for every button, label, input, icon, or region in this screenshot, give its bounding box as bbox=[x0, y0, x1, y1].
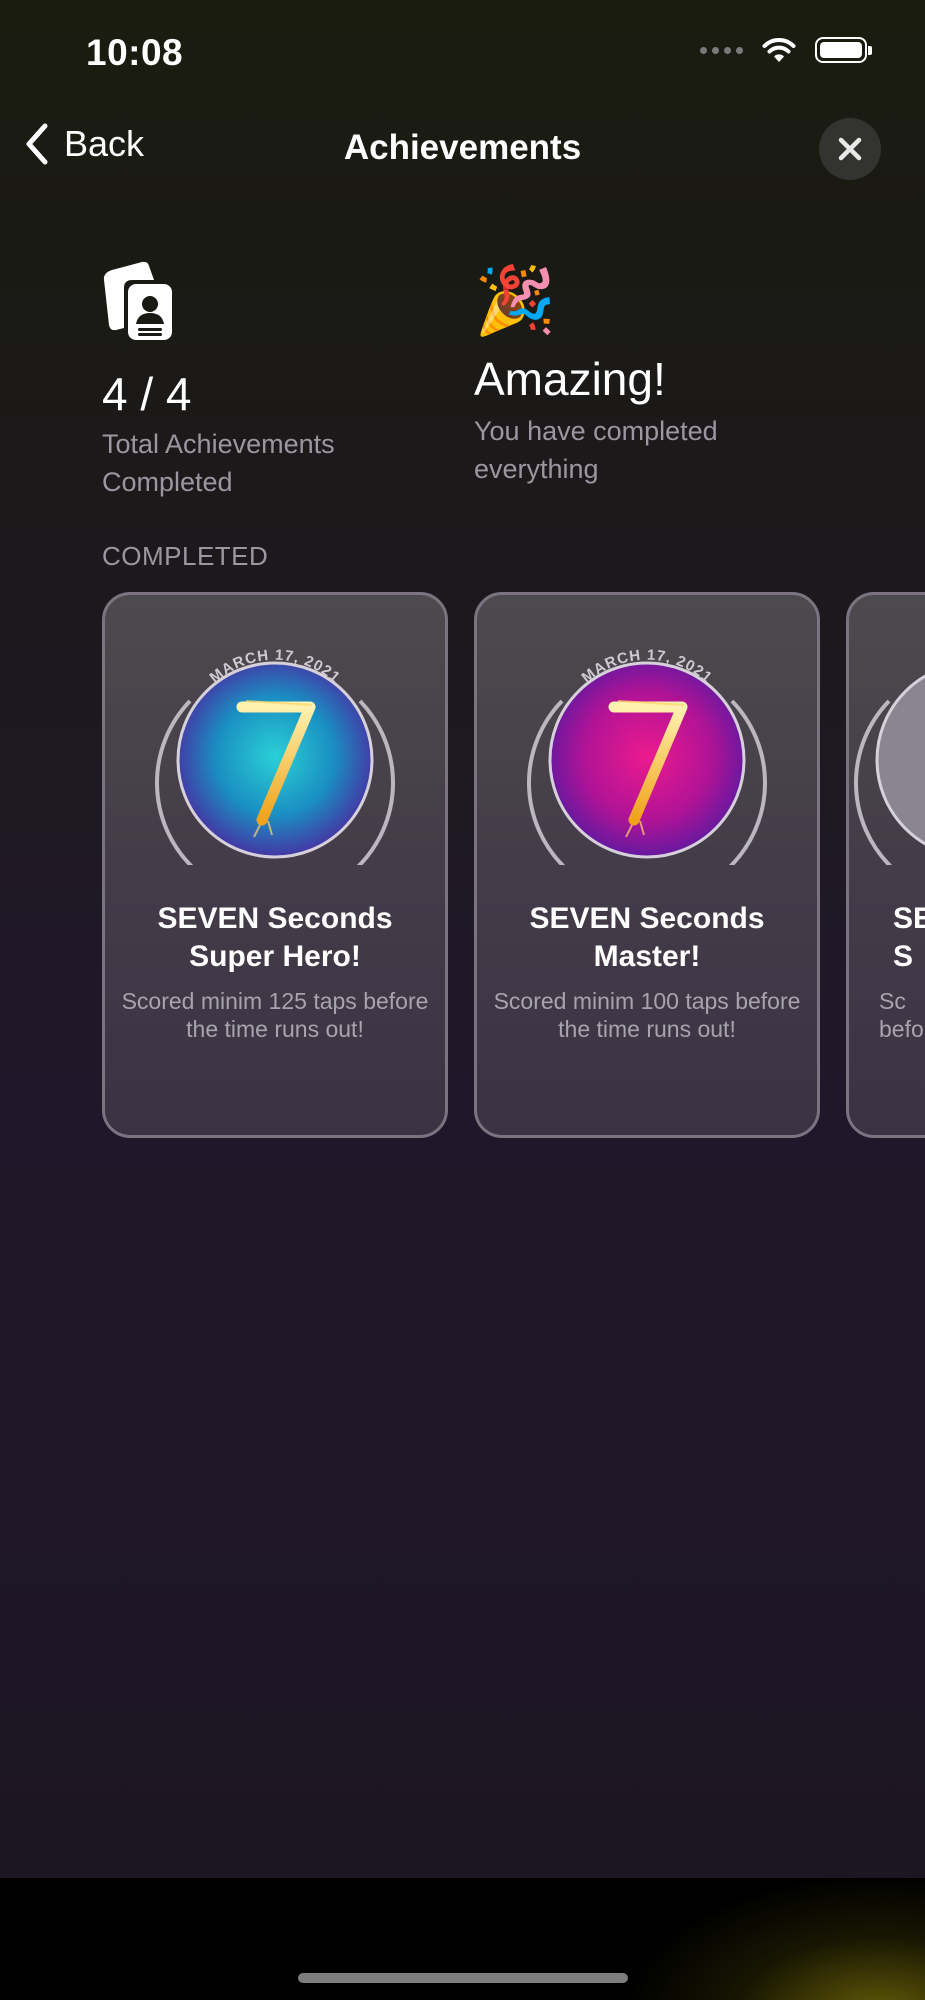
section-label-completed: COMPLETED bbox=[102, 541, 269, 571]
achievement-card[interactable]: MARCH 17, 2021 SEVEN Seconds Super Hero!… bbox=[102, 592, 448, 1138]
achievement-title: SE S bbox=[893, 902, 925, 973]
navigation-bar: Back Achievements bbox=[0, 112, 925, 186]
achievement-card[interactable]: MARCH 17, 2021 SEVEN Seconds Master! Sco… bbox=[474, 592, 820, 1138]
completion-title: Amazing! bbox=[474, 353, 666, 405]
page-title: Achievements bbox=[343, 128, 582, 167]
achievement-badge: MARCH 17, 2021 bbox=[522, 615, 772, 903]
achievement-card[interactable]: SE S Sc befo bbox=[846, 592, 925, 1138]
cellular-signal-icon bbox=[700, 46, 743, 54]
cards-icon bbox=[103, 261, 172, 340]
achievement-badge: MARCH 17, 2021 bbox=[150, 615, 400, 903]
achievement-description: Sc befo bbox=[879, 988, 924, 1042]
achievement-description: Scored minim 100 taps before the time ru… bbox=[493, 988, 801, 1042]
achievement-title: SEVEN Seconds Super Hero! bbox=[157, 902, 393, 973]
close-icon bbox=[838, 137, 862, 161]
close-button[interactable] bbox=[819, 118, 881, 180]
status-bar: 10:08 bbox=[0, 0, 925, 105]
achievement-cards-list[interactable]: MARCH 17, 2021 SEVEN Seconds Super Hero!… bbox=[102, 592, 925, 1142]
party-popper-icon: 🎉 bbox=[474, 263, 557, 337]
completion-message: 🎉 Amazing! You have completed everything bbox=[474, 262, 804, 488]
achievement-title: SEVEN Seconds Master! bbox=[529, 902, 765, 973]
status-time: 10:08 bbox=[86, 32, 184, 73]
wifi-icon bbox=[762, 38, 796, 62]
home-indicator[interactable] bbox=[298, 1973, 628, 1983]
status-icons bbox=[700, 36, 872, 64]
battery-icon bbox=[815, 37, 872, 63]
achievements-count: 4 / 4 bbox=[102, 368, 192, 420]
completion-subtitle: You have completed everything bbox=[474, 416, 718, 484]
total-achievements-stat: 4 / 4 Total Achievements Completed bbox=[102, 258, 402, 501]
achievement-badge bbox=[849, 615, 925, 893]
achievement-description: Scored minim 125 taps before the time ru… bbox=[121, 988, 429, 1042]
achievements-label: Total Achievements Completed bbox=[102, 429, 335, 497]
